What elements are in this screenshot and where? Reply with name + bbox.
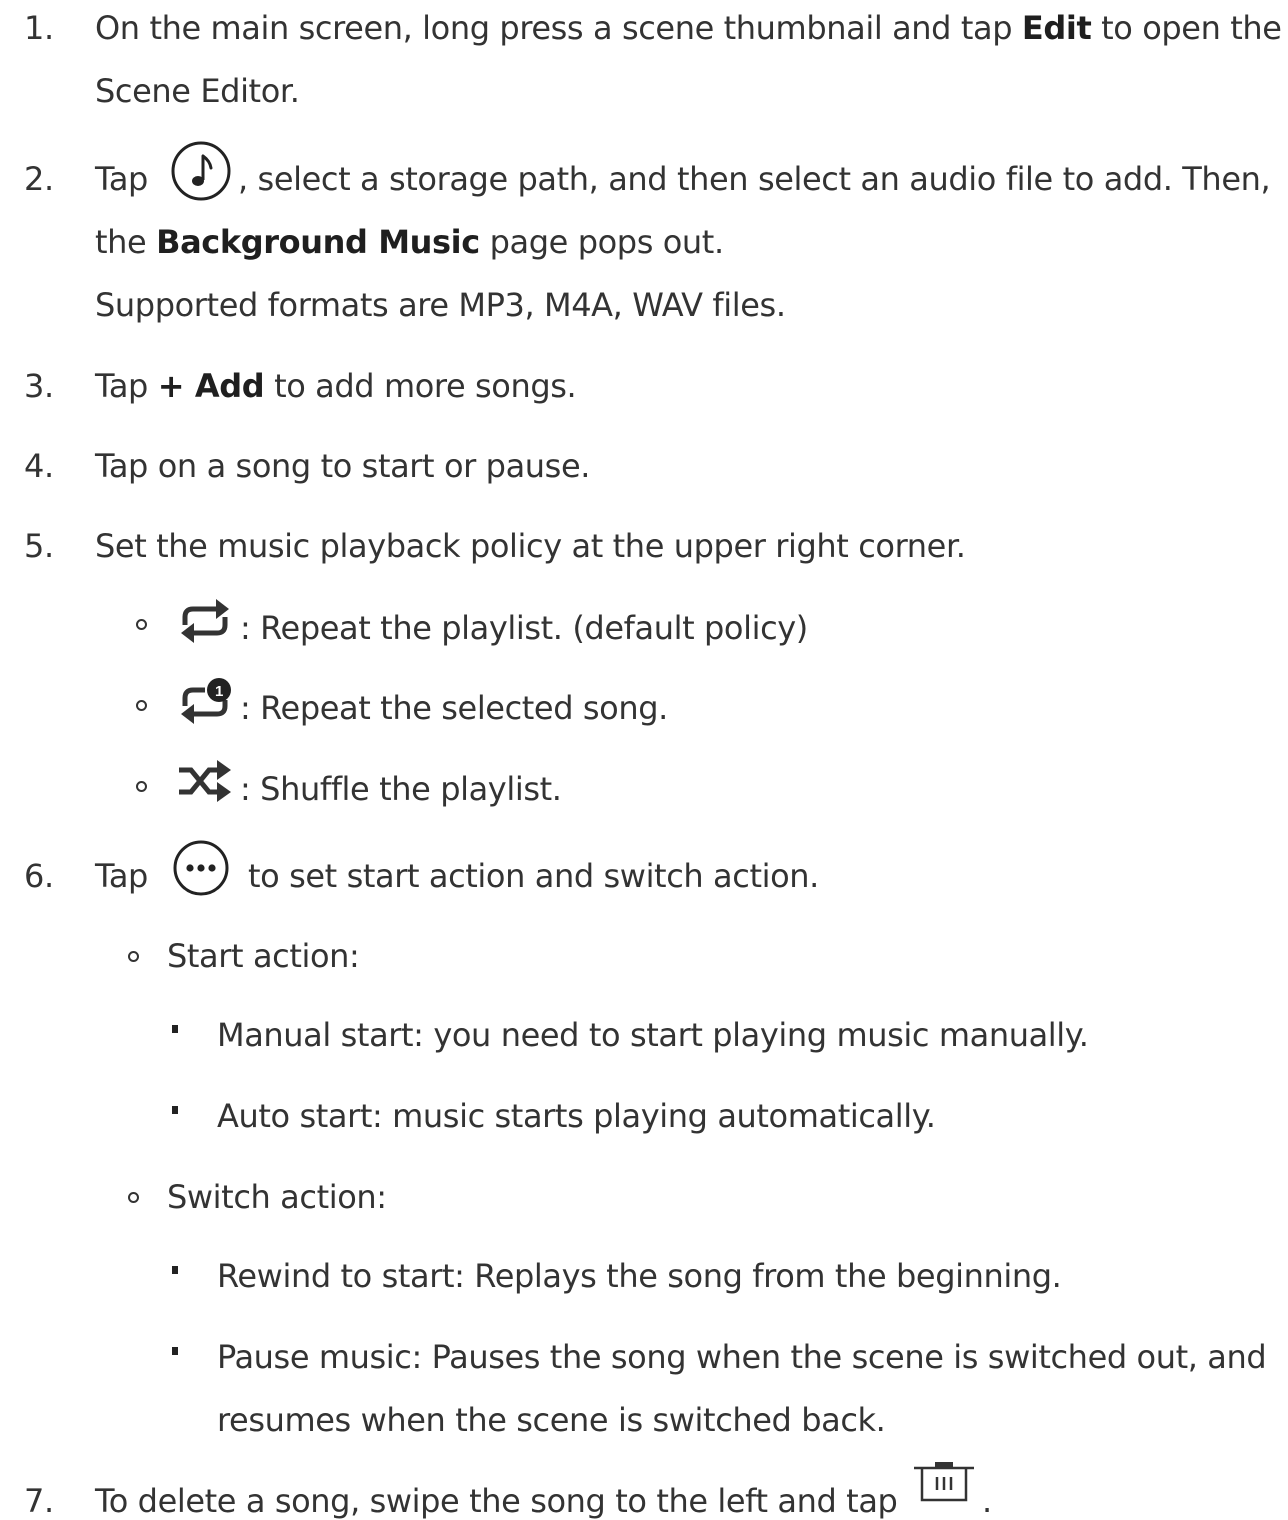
text: page pops out. (479, 223, 725, 261)
step-number: 4. (24, 447, 54, 485)
bullet-circle (136, 700, 147, 711)
text: Tap (95, 367, 158, 405)
add-label: + Add (157, 367, 265, 405)
shuffle-icon (175, 754, 237, 806)
step-4: Tap on a song to start or pause. (95, 447, 591, 485)
bullet-square (172, 1347, 178, 1355)
bullet-circle (136, 619, 147, 630)
step-number: 6. (24, 857, 54, 895)
text: the (95, 223, 157, 261)
more-icon (172, 839, 230, 897)
step-2-line-1: , select a storage path, and then select… (238, 160, 1271, 198)
step-5: Set the music playback policy at the upp… (95, 527, 966, 565)
policy-repeat-one-text: : Repeat the selected song. (240, 689, 668, 727)
step-6-text: to set start action and switch action. (248, 857, 819, 895)
edit-label: Edit (1021, 9, 1092, 47)
switch-action-item: Pause music: Pauses the song when the sc… (217, 1338, 1267, 1376)
step-number: 3. (24, 367, 54, 405)
repeat-icon (175, 595, 235, 647)
bullet-square (172, 1025, 178, 1033)
step-1-line-2: Scene Editor. (95, 72, 300, 110)
repeat-one-icon: 1 (175, 676, 235, 728)
bullet-square (172, 1106, 178, 1114)
start-action-item: Manual start: you need to start playing … (217, 1016, 1089, 1054)
bullet-circle (128, 1192, 139, 1203)
switch-action-title: Switch action: (167, 1178, 387, 1216)
switch-action-item-continued: resumes when the scene is switched back. (217, 1401, 886, 1439)
background-music-label: Background Music (156, 223, 480, 261)
step-2-line-2: the Background Music page pops out. (95, 226, 724, 258)
policy-repeat-text: : Repeat the playlist. (default policy) (240, 609, 808, 647)
text: to add more songs. (264, 367, 577, 405)
svg-text:1: 1 (215, 683, 223, 700)
step-7-period: . (982, 1482, 992, 1520)
trash-icon (912, 1460, 976, 1510)
bullet-circle (136, 781, 147, 792)
start-action-title: Start action: (167, 937, 360, 975)
text: On the main screen, long press a scene t… (95, 9, 1022, 47)
step-number: 5. (24, 527, 54, 565)
bullet-circle (128, 951, 139, 962)
step-6-tap: Tap (95, 857, 148, 895)
step-2-line-3: Supported formats are MP3, M4A, WAV file… (95, 286, 786, 324)
step-number: 7. (24, 1482, 54, 1520)
start-action-item: Auto start: music starts playing automat… (217, 1097, 936, 1135)
step-number: 1. (24, 9, 54, 47)
step-1-line-1: On the main screen, long press a scene t… (95, 12, 1282, 44)
bullet-square (172, 1266, 178, 1274)
text: to open the (1091, 9, 1282, 47)
policy-shuffle-text: : Shuffle the playlist. (240, 770, 562, 808)
step-3: Tap + Add to add more songs. (95, 367, 577, 405)
music-note-icon (170, 140, 232, 202)
step-number: 2. (24, 160, 54, 198)
step-2-tap: Tap (95, 160, 148, 198)
switch-action-item: Rewind to start: Replays the song from t… (217, 1257, 1062, 1295)
step-7-text: To delete a song, swipe the song to the … (95, 1482, 898, 1520)
